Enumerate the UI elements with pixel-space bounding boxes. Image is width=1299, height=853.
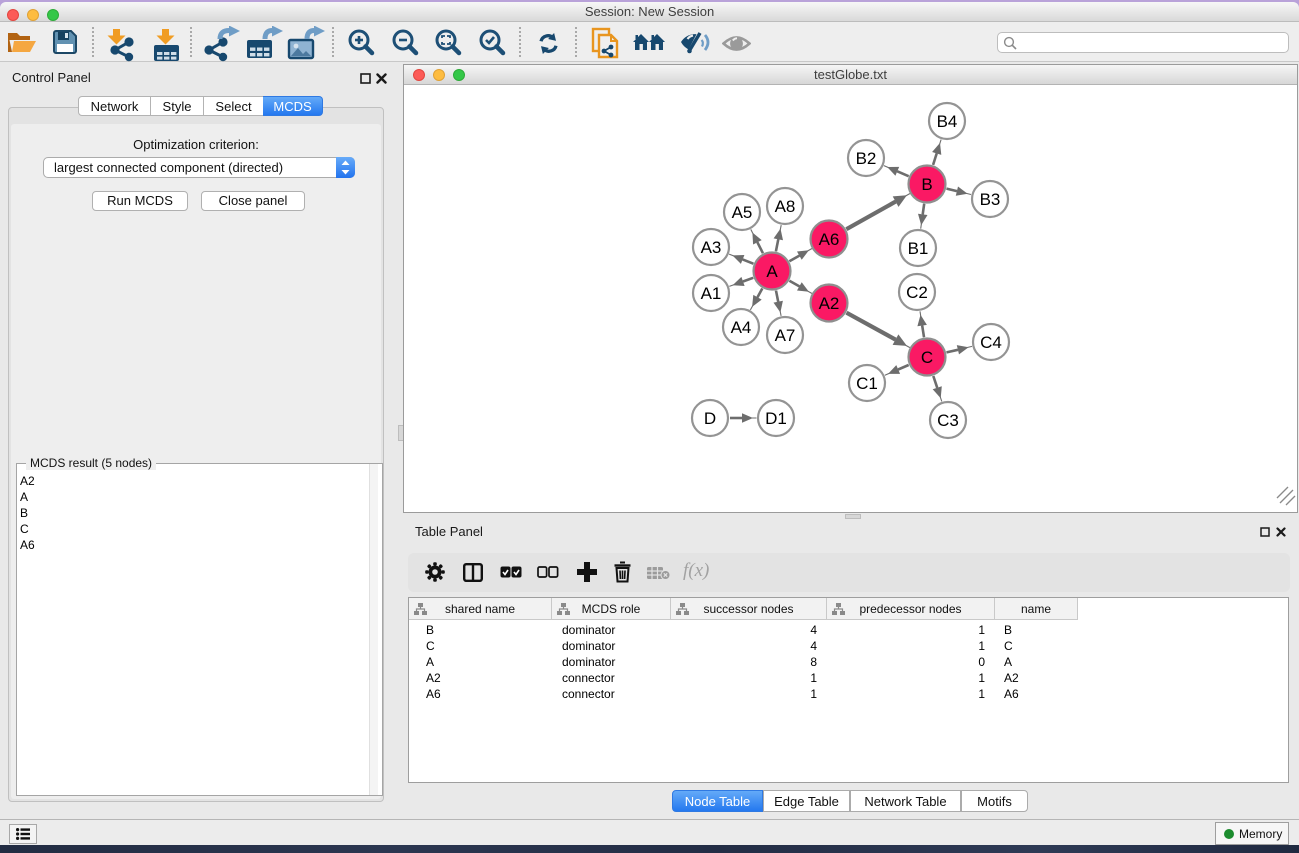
svg-text:B3: B3 (980, 190, 1001, 209)
svg-text:A1: A1 (701, 284, 722, 303)
svg-text:C3: C3 (937, 411, 959, 430)
svg-text:B4: B4 (937, 112, 958, 131)
svg-text:A4: A4 (731, 318, 752, 337)
svg-text:A2: A2 (819, 294, 840, 313)
svg-text:D: D (704, 409, 716, 428)
svg-text:A7: A7 (775, 326, 796, 345)
svg-text:B2: B2 (856, 149, 877, 168)
svg-text:D1: D1 (765, 409, 787, 428)
svg-text:A: A (766, 262, 778, 281)
svg-text:C4: C4 (980, 333, 1002, 352)
svg-text:C1: C1 (856, 374, 878, 393)
svg-text:A6: A6 (819, 230, 840, 249)
svg-text:C: C (921, 348, 933, 367)
svg-text:B1: B1 (908, 239, 929, 258)
svg-text:B: B (921, 175, 932, 194)
svg-text:A8: A8 (775, 197, 796, 216)
svg-text:C2: C2 (906, 283, 928, 302)
svg-text:A3: A3 (701, 238, 722, 257)
svg-text:A5: A5 (732, 203, 753, 222)
